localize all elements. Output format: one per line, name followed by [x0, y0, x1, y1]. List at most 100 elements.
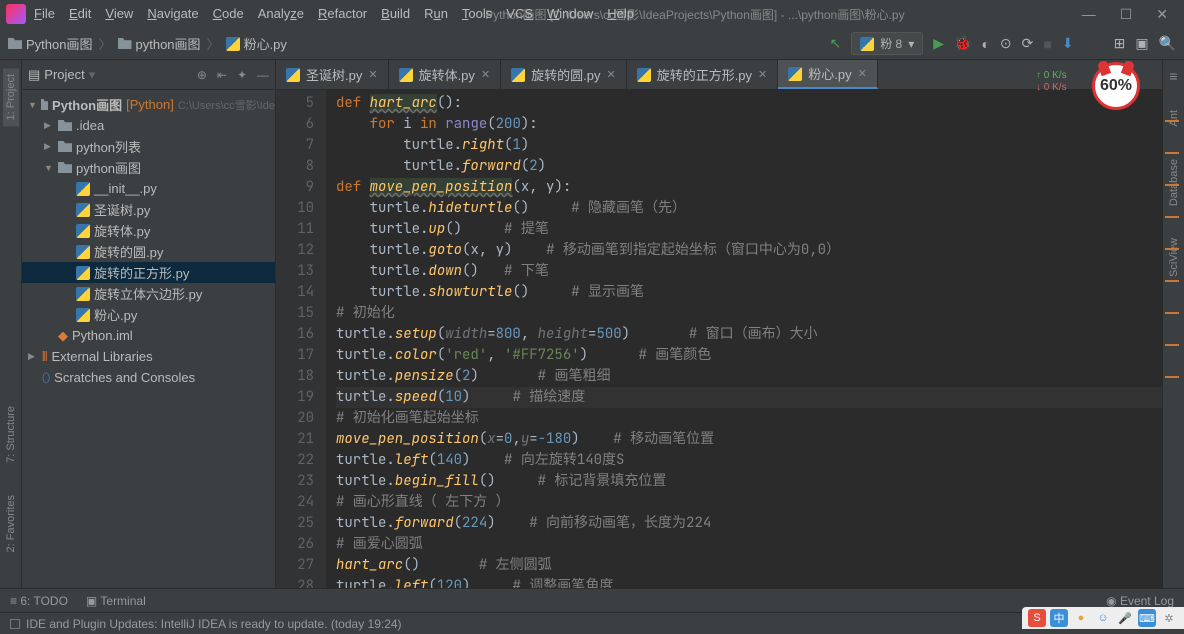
- layout-icon[interactable]: ▣: [1135, 35, 1148, 52]
- search-icon[interactable]: 🔍: [1159, 35, 1176, 52]
- hide-icon[interactable]: —: [257, 68, 269, 82]
- menu-help[interactable]: Help: [607, 6, 634, 18]
- ime-mic-icon[interactable]: 🎤: [1116, 609, 1134, 627]
- code-line[interactable]: turtle.begin_fill() # 标记背景填充位置: [336, 471, 1162, 492]
- build-icon[interactable]: ↖: [829, 35, 841, 52]
- code-line[interactable]: turtle.down() # 下笔: [336, 261, 1162, 282]
- code-line[interactable]: hart_arc() # 左侧圆弧: [336, 555, 1162, 576]
- tab-structure[interactable]: 7: Structure: [3, 400, 19, 469]
- menubar[interactable]: File Edit View Navigate Code Analyze Ref…: [0, 6, 634, 18]
- close-icon[interactable]: ✕: [481, 68, 490, 81]
- concurrency-icon[interactable]: ⟳: [1022, 35, 1034, 52]
- close-icon[interactable]: ✕: [368, 68, 377, 81]
- event-log-tab[interactable]: ◉ Event Log: [1106, 594, 1174, 608]
- warning-mark[interactable]: [1165, 184, 1179, 186]
- ime-logo-icon[interactable]: S: [1028, 609, 1046, 627]
- code-line[interactable]: turtle.left(140) # 向左旋转140度S: [336, 450, 1162, 471]
- debug-button[interactable]: 🐞: [954, 35, 971, 52]
- vcs-update-icon[interactable]: ⬇: [1062, 35, 1074, 52]
- editor-tab[interactable]: 圣诞树.py✕: [276, 60, 389, 89]
- tree-scratches[interactable]: ⬯Scratches and Consoles: [22, 367, 275, 388]
- stop-icon[interactable]: ■: [1043, 36, 1051, 52]
- tree-iml[interactable]: ◆Python.iml: [22, 325, 275, 346]
- editor-tab[interactable]: 旋转体.py✕: [389, 60, 502, 89]
- editor-tab[interactable]: 粉心.py✕: [778, 60, 878, 89]
- tree-root[interactable]: ▼Python画图 [Python] C:\Users\cc雪影\Ide: [22, 94, 275, 115]
- warning-mark[interactable]: [1165, 280, 1179, 282]
- menu-icon[interactable]: ≡: [1169, 68, 1177, 84]
- code-line[interactable]: turtle.speed(10) # 描绘速度: [336, 387, 1162, 408]
- menu-file[interactable]: File: [34, 6, 55, 18]
- code-content[interactable]: def hart_arc(): for i in range(200): tur…: [326, 90, 1162, 588]
- warning-mark[interactable]: [1165, 344, 1179, 346]
- code-line[interactable]: turtle.right(1): [336, 135, 1162, 156]
- minimize-button[interactable]: —: [1082, 6, 1096, 23]
- menu-edit[interactable]: Edit: [69, 6, 91, 18]
- menu-analyze[interactable]: Analyze: [258, 6, 304, 18]
- run-config-selector[interactable]: 粉 8▾: [851, 32, 923, 55]
- code-line[interactable]: # 画心形直线（ 左下方 ）: [336, 492, 1162, 513]
- menu-window[interactable]: Window: [547, 6, 593, 18]
- tab-favorites[interactable]: 2: Favorites: [3, 489, 19, 558]
- code-line[interactable]: # 初始化: [336, 303, 1162, 324]
- profile-icon[interactable]: ⊙: [1000, 35, 1012, 52]
- menu-code[interactable]: Code: [213, 6, 244, 18]
- warning-mark[interactable]: [1165, 216, 1179, 218]
- menu-run[interactable]: Run: [424, 6, 448, 18]
- code-line[interactable]: # 初始化画笔起始坐标: [336, 408, 1162, 429]
- status-icon[interactable]: [10, 619, 20, 629]
- ime-keyboard-icon[interactable]: ⌨: [1138, 609, 1156, 627]
- code-line[interactable]: turtle.color('red', '#FF7256') # 画笔颜色: [336, 345, 1162, 366]
- tree-file[interactable]: 旋转的正方形.py: [22, 262, 275, 283]
- warning-mark[interactable]: [1165, 312, 1179, 314]
- close-button[interactable]: ✕: [1156, 6, 1168, 23]
- menu-vcs[interactable]: VCS: [506, 6, 533, 18]
- code-line[interactable]: turtle.forward(2): [336, 156, 1162, 177]
- tree-pydraw[interactable]: ▼python画图: [22, 157, 275, 178]
- tree-idea[interactable]: ▶.idea: [22, 115, 275, 136]
- close-icon[interactable]: ✕: [858, 67, 867, 80]
- terminal-tab[interactable]: ▣ Terminal: [86, 594, 146, 608]
- code-line[interactable]: move_pen_position(x=0,y=-180) # 移动画笔位置: [336, 429, 1162, 450]
- coverage-icon[interactable]: ◐: [981, 36, 989, 52]
- warning-mark[interactable]: [1165, 120, 1179, 122]
- close-icon[interactable]: ✕: [606, 68, 615, 81]
- ime-lang-icon[interactable]: 中: [1050, 609, 1068, 627]
- warning-mark[interactable]: [1165, 152, 1179, 154]
- todo-tab[interactable]: ≡ 6: TODO: [10, 594, 68, 608]
- tree-file[interactable]: 圣诞树.py: [22, 199, 275, 220]
- settings-icon[interactable]: ✦: [237, 68, 247, 82]
- ime-emoji-icon[interactable]: ☺: [1094, 609, 1112, 627]
- run-button[interactable]: ▶: [933, 35, 944, 52]
- close-icon[interactable]: ✕: [758, 68, 767, 81]
- code-line[interactable]: turtle.goto(x, y) # 移动画笔到指定起始坐标（窗口中心为0,0…: [336, 240, 1162, 261]
- collapse-icon[interactable]: ⇤: [217, 68, 227, 82]
- tree-file[interactable]: 旋转体.py: [22, 220, 275, 241]
- code-line[interactable]: turtle.showturtle() # 显示画笔: [336, 282, 1162, 303]
- warning-mark[interactable]: [1165, 376, 1179, 378]
- breadcrumb-folder[interactable]: python画图: [118, 34, 201, 53]
- structure-icon[interactable]: ⊞: [1114, 35, 1126, 52]
- menu-view[interactable]: View: [105, 6, 133, 18]
- breadcrumb-root[interactable]: Python画图: [8, 34, 92, 53]
- tree-file[interactable]: 旋转立体六边形.py: [22, 283, 275, 304]
- tree-pylist[interactable]: ▶python列表: [22, 136, 275, 157]
- code-line[interactable]: turtle.up() # 提笔: [336, 219, 1162, 240]
- editor-tab[interactable]: 旋转的正方形.py✕: [627, 60, 779, 89]
- code-area[interactable]: 5678910111213141516171819202122232425262…: [276, 90, 1162, 588]
- code-line[interactable]: turtle.pensize(2) # 画笔粗细: [336, 366, 1162, 387]
- code-line[interactable]: turtle.left(120) # 调整画笔角度: [336, 576, 1162, 588]
- ime-punct-icon[interactable]: ●: [1072, 609, 1090, 627]
- tree-file[interactable]: 粉心.py: [22, 304, 275, 325]
- locate-icon[interactable]: ⊕: [197, 68, 207, 82]
- tree-file[interactable]: 旋转的圆.py: [22, 241, 275, 262]
- menu-refactor[interactable]: Refactor: [318, 6, 367, 18]
- tab-project[interactable]: 1: Project: [3, 68, 19, 126]
- menu-tools[interactable]: Tools: [462, 6, 492, 18]
- tree-external-libraries[interactable]: ▶⫴External Libraries: [22, 346, 275, 367]
- code-line[interactable]: # 画爱心圆弧: [336, 534, 1162, 555]
- code-line[interactable]: turtle.forward(224) # 向前移动画笔，长度为224: [336, 513, 1162, 534]
- code-line[interactable]: turtle.hideturtle() # 隐藏画笔（先）: [336, 198, 1162, 219]
- warning-mark[interactable]: [1165, 248, 1179, 250]
- tree-file[interactable]: __init__.py: [22, 178, 275, 199]
